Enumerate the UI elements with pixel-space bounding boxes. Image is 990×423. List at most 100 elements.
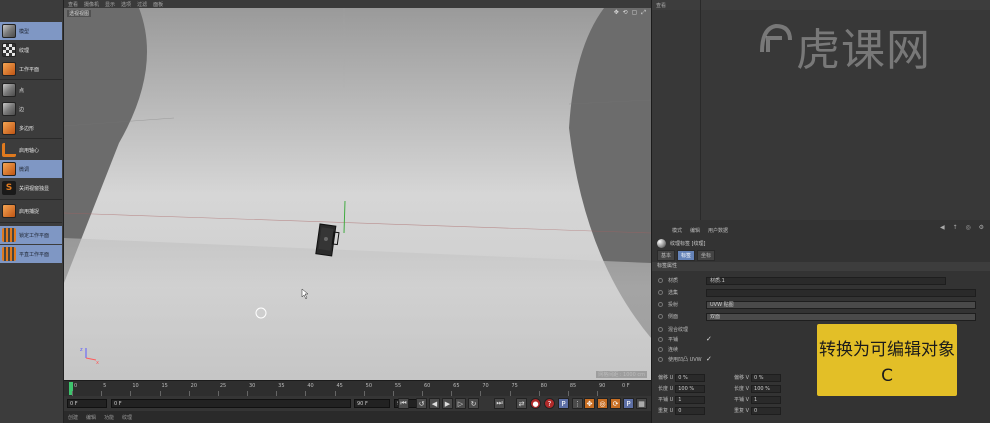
goto-end-button[interactable]: ⏭	[494, 398, 505, 409]
offset-u-field[interactable]: 0 %	[675, 373, 706, 382]
tab-coordinates[interactable]: 坐标	[697, 250, 716, 261]
param-key-icon[interactable]: P	[623, 398, 634, 409]
keyframe-dot-icon[interactable]	[658, 278, 663, 283]
timeline-options-icon[interactable]: ⋮	[572, 398, 583, 409]
tool-enable-axis[interactable]: 启用轴心	[0, 141, 62, 159]
prop-label: 使用凹凸 UVW	[668, 357, 702, 363]
range-end-field[interactable]: 90 F	[354, 399, 390, 408]
move-key-icon[interactable]: ✥	[584, 398, 595, 409]
tool-label: 点	[19, 87, 25, 94]
viewport-nav-icons[interactable]: ✥ ⟲ ▢ ⤢	[614, 9, 647, 17]
projection-dropdown[interactable]: UVW 贴图	[706, 301, 976, 309]
side-dropdown[interactable]: 双面	[706, 313, 976, 321]
menu-filter[interactable]: 过滤	[137, 1, 147, 8]
play-button[interactable]: ▶	[442, 398, 453, 409]
next-key-button[interactable]: ↻	[468, 398, 479, 409]
length-v-field[interactable]: 100 %	[751, 384, 782, 393]
tool-snap[interactable]: 启用捕捉	[0, 202, 62, 220]
menu-userdata[interactable]: 用户数据	[708, 227, 728, 234]
autokey-button[interactable]: ?	[544, 398, 555, 409]
menu-panel[interactable]: 面板	[153, 1, 163, 8]
tool-planar-workplane[interactable]: 平直工作平面	[0, 245, 62, 263]
goto-start-button[interactable]: ⏮	[398, 398, 409, 409]
next-frame-button[interactable]: ▷	[455, 398, 466, 409]
pla-key-icon[interactable]: ▦	[636, 398, 647, 409]
prop-label: 平铺	[668, 337, 679, 343]
keyframe-dot-icon[interactable]	[658, 302, 663, 307]
use-bump-uvw-checkbox[interactable]: ✓	[706, 355, 712, 363]
keyframe-dot-icon[interactable]	[658, 337, 663, 342]
tiles-row: 平铺 U1 平铺 V1	[656, 395, 986, 405]
prev-key-button[interactable]: ↺	[416, 398, 427, 409]
offset-v-field[interactable]: 0 %	[751, 373, 782, 382]
menu-function[interactable]: 功能	[104, 414, 114, 421]
record-key-button[interactable]: ●	[530, 398, 541, 409]
timeline-ruler[interactable]: 0 5 10 15 20 25 30 35 40 45 50 55 60 65 70 75 80 85 90 0 F	[64, 380, 651, 396]
tool-polygons[interactable]: 多边形	[0, 119, 62, 137]
prop-projection: 投射 UVW 贴图	[656, 300, 986, 310]
keyframe-dot-icon[interactable]	[658, 290, 663, 295]
menu-edit[interactable]: 编辑	[86, 414, 96, 421]
divider	[0, 79, 62, 80]
tool-label: 关闭视窗独显	[19, 185, 50, 192]
repeat-v-field[interactable]: 0	[751, 406, 782, 415]
length-u-field[interactable]: 100 %	[675, 384, 706, 393]
viewport-scene: z x	[64, 8, 651, 380]
current-frame-field[interactable]: 0 F	[67, 399, 107, 408]
rotate-key-icon[interactable]: ⟳	[610, 398, 621, 409]
timeline-tick-label: 60	[424, 383, 431, 389]
prev-frame-button[interactable]: ◀	[429, 398, 440, 409]
timeline-tick-label: 40	[307, 383, 314, 389]
tiles-v-field[interactable]: 1	[751, 395, 782, 404]
motion-path-icon[interactable]: ⇄	[516, 398, 527, 409]
tab-tag[interactable]: 标签	[677, 250, 696, 261]
menu-view[interactable]: 查看	[68, 1, 78, 8]
tool-edges[interactable]: 边	[0, 100, 62, 118]
perspective-viewport[interactable]: z x 透视视图 ✥ ⟲ ▢ ⤢ 网格间距 : 1000 cm	[64, 8, 651, 380]
frame-range-field[interactable]: 0 F	[111, 399, 351, 408]
prop-selection: 选集	[656, 288, 986, 298]
shortcut-hint-overlay: 转换为可编辑对象 C	[817, 324, 957, 396]
repeat-row: 重复 U0 重复 V0	[656, 406, 986, 416]
menu-display[interactable]: 显示	[105, 1, 115, 8]
keyframe-dot-icon[interactable]	[658, 314, 663, 319]
tool-workplane[interactable]: 工作平面	[0, 60, 62, 78]
panel-splitter[interactable]	[700, 0, 701, 220]
tool-label: 模型	[19, 28, 30, 35]
tool-texture[interactable]: 纹理	[0, 41, 62, 59]
tool-tweak[interactable]: 微调	[0, 160, 62, 178]
repeat-u-field[interactable]: 0	[675, 406, 706, 415]
keyframe-selection-button[interactable]: P	[558, 398, 569, 409]
menu-mode[interactable]: 模式	[672, 227, 682, 234]
solo-icon: S	[2, 181, 16, 195]
keyframe-dot-icon[interactable]	[658, 357, 663, 362]
prop-label: 投射	[668, 302, 679, 308]
tool-points[interactable]: 点	[0, 81, 62, 99]
tiles-u-field[interactable]: 1	[675, 395, 706, 404]
scale-key-icon[interactable]: ◎	[597, 398, 608, 409]
keyframe-dot-icon[interactable]	[658, 347, 663, 352]
menu-view[interactable]: 查看	[656, 2, 666, 9]
timeline-tick-label: 80	[540, 383, 548, 389]
divider	[0, 222, 62, 223]
checker-icon	[2, 43, 16, 57]
object-manager[interactable]: 查看 虎课网	[652, 0, 990, 220]
length-u-label: 长度 U	[658, 386, 674, 392]
tab-basic[interactable]: 基本	[657, 250, 676, 261]
keyframe-dot-icon[interactable]	[658, 327, 663, 332]
grid-spacing-label: 网格间距 : 1000 cm	[596, 371, 647, 378]
tool-solo[interactable]: S 关闭视窗独显	[0, 179, 62, 197]
selection-field[interactable]	[706, 289, 976, 297]
watermark-text: 虎课网	[796, 25, 931, 76]
tool-lock-workplane[interactable]: 锁定工作平面	[0, 226, 62, 244]
menu-camera[interactable]: 摄像机	[84, 1, 99, 8]
menu-create[interactable]: 创建	[68, 414, 78, 421]
cube-icon	[2, 24, 16, 38]
tool-model[interactable]: 模型	[0, 22, 62, 40]
menu-options[interactable]: 选项	[121, 1, 131, 8]
material-link-field[interactable]: 材质.1	[706, 277, 946, 285]
menu-edit[interactable]: 编辑	[690, 227, 700, 234]
menu-texture[interactable]: 纹理	[122, 414, 132, 421]
attribute-nav-icons[interactable]: ◀ ↑ ◎ ⚙	[940, 224, 987, 231]
tile-checkbox[interactable]: ✓	[706, 335, 712, 343]
